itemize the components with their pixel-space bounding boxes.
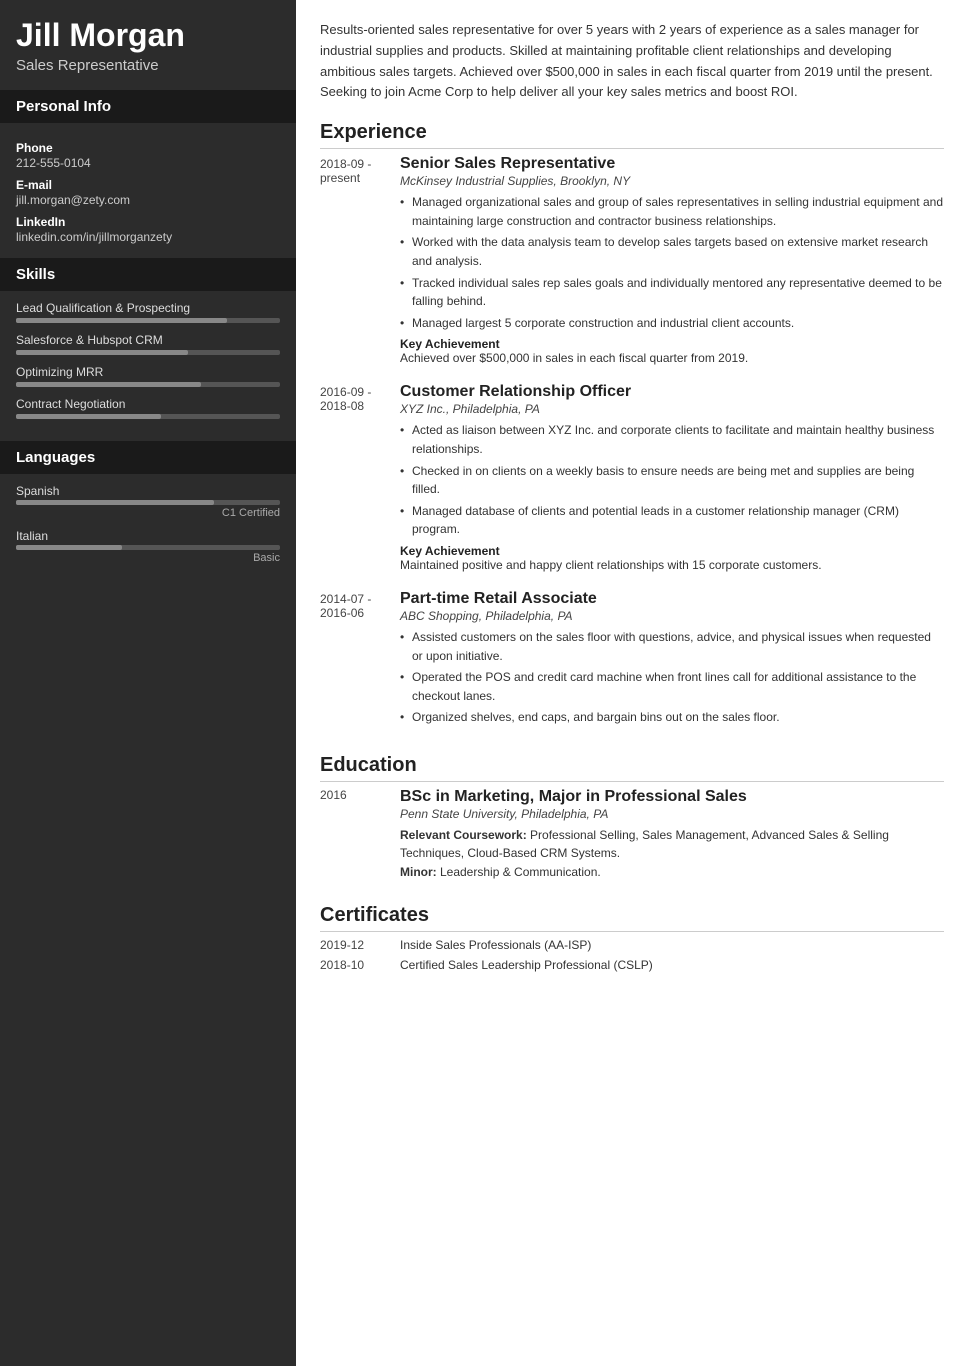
language-name: Italian bbox=[16, 529, 280, 543]
skill-bar-bg bbox=[16, 414, 280, 419]
skill-bar-fill bbox=[16, 382, 201, 387]
main-content: Results-oriented sales representative fo… bbox=[296, 0, 968, 1366]
skill-name: Contract Negotiation bbox=[16, 397, 280, 411]
job-title: Senior Sales Representative bbox=[400, 155, 944, 173]
language-bar-fill bbox=[16, 500, 214, 505]
bullet: Tracked individual sales rep sales goals… bbox=[400, 274, 944, 311]
personal-info-body: Phone 212-555-0104 E-mail jill.morgan@ze… bbox=[0, 123, 296, 256]
skill-bar-fill bbox=[16, 414, 161, 419]
cert-date: 2018-10 bbox=[320, 958, 400, 972]
language-item: Spanish C1 Certified bbox=[16, 484, 280, 519]
skill-bar-bg bbox=[16, 382, 280, 387]
language-level: Basic bbox=[16, 552, 280, 564]
exp-company: ABC Shopping, Philadelphia, PA bbox=[400, 609, 944, 623]
experience-list: 2018-09 -present Senior Sales Representa… bbox=[320, 155, 944, 732]
languages-body: Spanish C1 Certified Italian Basic bbox=[0, 474, 296, 584]
experience-section: Experience 2018-09 -present Senior Sales… bbox=[320, 121, 944, 732]
skill-item: Optimizing MRR bbox=[16, 365, 280, 387]
skill-item: Salesforce & Hubspot CRM bbox=[16, 333, 280, 355]
exp-date: 2014-07 -2016-06 bbox=[320, 590, 400, 732]
certificates-list: 2019-12 Inside Sales Professionals (AA-I… bbox=[320, 938, 944, 972]
edu-degree: BSc in Marketing, Major in Professional … bbox=[400, 788, 944, 806]
skill-bar-bg bbox=[16, 350, 280, 355]
skill-bar-bg bbox=[16, 318, 280, 323]
edu-date: 2016 bbox=[320, 788, 400, 882]
edu-school: Penn State University, Philadelphia, PA bbox=[400, 807, 944, 821]
candidate-name: Jill Morgan bbox=[16, 18, 280, 53]
cert-name: Certified Sales Leadership Professional … bbox=[400, 958, 653, 972]
bullet: Organized shelves, end caps, and bargain… bbox=[400, 708, 944, 727]
education-title: Education bbox=[320, 754, 944, 782]
summary-text: Results-oriented sales representative fo… bbox=[320, 20, 944, 103]
skill-name: Optimizing MRR bbox=[16, 365, 280, 379]
certificates-title: Certificates bbox=[320, 904, 944, 932]
exp-date: 2018-09 -present bbox=[320, 155, 400, 365]
job-title: Part-time Retail Associate bbox=[400, 590, 944, 608]
linkedin-label: LinkedIn bbox=[16, 215, 280, 229]
achievement-label: Key Achievement bbox=[400, 337, 944, 351]
experience-item: 2016-09 -2018-08 Customer Relationship O… bbox=[320, 383, 944, 572]
exp-company: McKinsey Industrial Supplies, Brooklyn, … bbox=[400, 174, 944, 188]
skills-header: Skills bbox=[0, 258, 296, 291]
languages-header: Languages bbox=[0, 441, 296, 474]
exp-content: Customer Relationship Officer XYZ Inc., … bbox=[400, 383, 944, 572]
education-list: 2016 BSc in Marketing, Major in Professi… bbox=[320, 788, 944, 882]
exp-bullets: Assisted customers on the sales floor wi… bbox=[400, 628, 944, 727]
edu-content: BSc in Marketing, Major in Professional … bbox=[400, 788, 944, 882]
edu-minor: Minor: Leadership & Communication. bbox=[400, 863, 944, 882]
sidebar: Jill Morgan Sales Representative Persona… bbox=[0, 0, 296, 1366]
skill-name: Lead Qualification & Prospecting bbox=[16, 301, 280, 315]
bullet: Assisted customers on the sales floor wi… bbox=[400, 628, 944, 665]
bullet: Worked with the data analysis team to de… bbox=[400, 233, 944, 270]
candidate-title: Sales Representative bbox=[16, 57, 280, 74]
bullet: Operated the POS and credit card machine… bbox=[400, 668, 944, 705]
bullet: Acted as liaison between XYZ Inc. and co… bbox=[400, 421, 944, 458]
email-value: jill.morgan@zety.com bbox=[16, 193, 280, 207]
exp-content: Senior Sales Representative McKinsey Ind… bbox=[400, 155, 944, 365]
language-item: Italian Basic bbox=[16, 529, 280, 564]
certificates-section: Certificates 2019-12 Inside Sales Profes… bbox=[320, 904, 944, 972]
skill-name: Salesforce & Hubspot CRM bbox=[16, 333, 280, 347]
skill-bar-fill bbox=[16, 318, 227, 323]
cert-date: 2019-12 bbox=[320, 938, 400, 952]
experience-title: Experience bbox=[320, 121, 944, 149]
language-name: Spanish bbox=[16, 484, 280, 498]
phone-label: Phone bbox=[16, 141, 280, 155]
education-item: 2016 BSc in Marketing, Major in Professi… bbox=[320, 788, 944, 882]
language-level: C1 Certified bbox=[16, 507, 280, 519]
education-section: Education 2016 BSc in Marketing, Major i… bbox=[320, 754, 944, 882]
edu-coursework: Relevant Coursework: Professional Sellin… bbox=[400, 826, 944, 863]
job-title: Customer Relationship Officer bbox=[400, 383, 944, 401]
achievement-text: Achieved over $500,000 in sales in each … bbox=[400, 351, 944, 365]
exp-content: Part-time Retail Associate ABC Shopping,… bbox=[400, 590, 944, 732]
language-bar-bg bbox=[16, 500, 280, 505]
skill-item: Contract Negotiation bbox=[16, 397, 280, 419]
achievement-label: Key Achievement bbox=[400, 544, 944, 558]
skills-body: Lead Qualification & Prospecting Salesfo… bbox=[0, 291, 296, 439]
exp-date: 2016-09 -2018-08 bbox=[320, 383, 400, 572]
linkedin-value: linkedin.com/in/jillmorganzety bbox=[16, 230, 280, 244]
language-bar-fill bbox=[16, 545, 122, 550]
personal-info-header: Personal Info bbox=[0, 90, 296, 123]
exp-company: XYZ Inc., Philadelphia, PA bbox=[400, 402, 944, 416]
bullet: Managed database of clients and potentia… bbox=[400, 502, 944, 539]
experience-item: 2018-09 -present Senior Sales Representa… bbox=[320, 155, 944, 365]
experience-item: 2014-07 -2016-06 Part-time Retail Associ… bbox=[320, 590, 944, 732]
achievement-text: Maintained positive and happy client rel… bbox=[400, 558, 944, 572]
sidebar-header: Jill Morgan Sales Representative bbox=[0, 0, 296, 88]
bullet: Managed largest 5 corporate construction… bbox=[400, 314, 944, 333]
bullet: Managed organizational sales and group o… bbox=[400, 193, 944, 230]
language-bar-bg bbox=[16, 545, 280, 550]
certificate-item: 2019-12 Inside Sales Professionals (AA-I… bbox=[320, 938, 944, 952]
exp-bullets: Acted as liaison between XYZ Inc. and co… bbox=[400, 421, 944, 539]
certificate-item: 2018-10 Certified Sales Leadership Profe… bbox=[320, 958, 944, 972]
skill-bar-fill bbox=[16, 350, 188, 355]
skill-item: Lead Qualification & Prospecting bbox=[16, 301, 280, 323]
exp-bullets: Managed organizational sales and group o… bbox=[400, 193, 944, 332]
bullet: Checked in on clients on a weekly basis … bbox=[400, 462, 944, 499]
email-label: E-mail bbox=[16, 178, 280, 192]
phone-value: 212-555-0104 bbox=[16, 156, 280, 170]
cert-name: Inside Sales Professionals (AA-ISP) bbox=[400, 938, 591, 952]
